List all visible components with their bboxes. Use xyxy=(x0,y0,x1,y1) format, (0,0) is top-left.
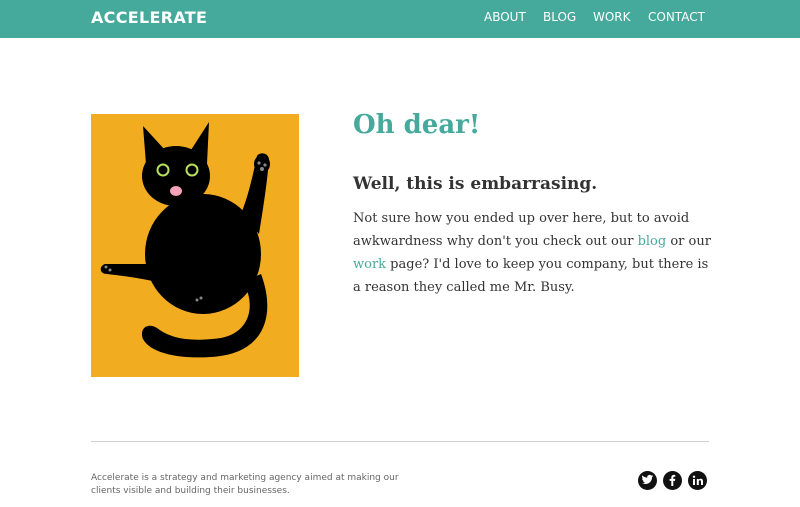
linkedin-icon[interactable] xyxy=(688,471,707,490)
footer-divider xyxy=(91,441,709,442)
main-nav: ABOUT BLOG WORK CONTACT xyxy=(0,10,800,28)
nav-contact[interactable]: CONTACT xyxy=(648,10,705,24)
blog-link[interactable]: blog xyxy=(638,234,667,249)
message-text-2: or our xyxy=(666,234,711,249)
footer-description: Accelerate is a strategy and marketing a… xyxy=(91,473,399,496)
top-navigation-bar: ACCELERATE ABOUT BLOG WORK CONTACT xyxy=(0,0,800,38)
page-subtitle: Well, this is embarrasing. xyxy=(353,174,598,194)
nav-work[interactable]: WORK xyxy=(593,10,631,24)
work-link[interactable]: work xyxy=(353,257,386,272)
facebook-icon[interactable] xyxy=(663,471,682,490)
nav-about[interactable]: ABOUT xyxy=(484,10,526,24)
page-title: Oh dear! xyxy=(353,110,481,140)
nav-blog[interactable]: BLOG xyxy=(543,10,576,24)
error-message: Not sure how you ended up over here, but… xyxy=(353,207,713,299)
message-text-3: page? I'd love to keep you company, but … xyxy=(353,257,709,295)
cat-illustration xyxy=(100,122,270,358)
twitter-icon[interactable] xyxy=(638,471,657,490)
cat-image xyxy=(91,114,299,377)
